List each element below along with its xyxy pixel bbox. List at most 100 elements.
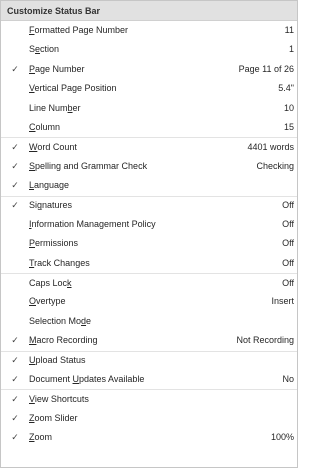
menu-item-label: Zoom Slider	[29, 409, 294, 428]
menu-item-label: Vertical Page Position	[29, 79, 278, 98]
checkmark-icon: ✓	[11, 393, 19, 404]
menu-item-label: Zoom	[29, 428, 271, 447]
menu-item-label: Selection Mode	[29, 312, 294, 331]
status-value: Off	[282, 257, 294, 268]
label-text: pelling and Grammar Check	[35, 160, 148, 171]
status-value: Page 11 of 26	[238, 63, 294, 74]
label-text: er	[72, 102, 81, 113]
menu-item-track-changes[interactable]: Track Changes Off	[1, 254, 297, 273]
access-key: O	[29, 296, 37, 307]
status-value: No	[282, 374, 294, 385]
label-text: ormatted Page Number	[34, 25, 129, 35]
menu-item-information-management-policy[interactable]: Information Management Policy Off	[1, 215, 297, 234]
menu-item-language[interactable]: ✓ Language	[1, 176, 297, 195]
menu-item-label: Caps Lock	[29, 274, 282, 293]
menu-item-label: Permissions	[29, 234, 282, 253]
menu-item-spelling-and-grammar-check[interactable]: ✓ Spelling and Grammar Check Checking	[1, 157, 297, 176]
menu-item-page-number[interactable]: ✓ Page Number Page 11 of 26	[1, 60, 297, 79]
checkmark-icon: ✓	[11, 432, 19, 443]
status-value: Off	[282, 277, 294, 288]
menu-item-permissions[interactable]: Permissions Off	[1, 234, 297, 253]
menu-item-upload-status[interactable]: ✓ Upload Status	[1, 350, 297, 370]
status-value: 11	[284, 25, 294, 35]
label-text: vertype	[36, 296, 66, 307]
menu-item-selection-mode[interactable]: Selection Mode	[1, 312, 297, 331]
menu-item-label: Section	[29, 40, 289, 59]
menu-item-label: Information Management Policy	[29, 215, 282, 234]
label-text: Selection Mo	[29, 315, 82, 326]
label-text: iew Shortcuts	[34, 393, 89, 404]
label-text: rack Changes	[34, 257, 90, 268]
menu-item-line-number[interactable]: Line Number 10	[1, 99, 297, 118]
label-text: age Number	[35, 63, 85, 74]
menu-item-list: Formatted Page Number 11 Section 1 ✓ Page Num…	[1, 21, 297, 448]
menu-item-label: Track Changes	[29, 254, 282, 273]
menu-item-word-count[interactable]: ✓ Word Count 4401 words	[1, 137, 297, 156]
menu-item-label: Formatted Page Number	[29, 21, 285, 40]
menu-item-label: Word Count	[29, 138, 247, 157]
menu-item-view-shortcuts[interactable]: ✓ View Shortcuts	[1, 389, 297, 408]
status-value: Checking	[256, 160, 294, 171]
checkmark-icon: ✓	[11, 335, 19, 346]
menu-item-zoom-slider[interactable]: ✓ Zoom Slider	[1, 409, 297, 428]
label-text: natures	[42, 200, 73, 211]
label-text: olumn	[35, 121, 61, 132]
customize-status-bar-menu: Customize Status Bar Formatted Page Numb…	[0, 0, 298, 468]
status-value: Insert	[271, 296, 294, 307]
access-key: M	[29, 335, 37, 346]
menu-item-zoom[interactable]: ✓ Zoom 100%	[1, 428, 297, 447]
label-text: Si	[29, 200, 38, 211]
checkmark-icon: ✓	[11, 355, 19, 366]
label-text: Caps Loc	[29, 277, 68, 288]
label-text: ction	[40, 44, 60, 55]
label-text: oom	[34, 432, 53, 443]
menu-item-label: Document Updates Available	[29, 370, 282, 389]
menu-item-label: Line Number	[29, 99, 284, 118]
checkmark-icon: ✓	[11, 412, 19, 423]
label-text: oom Slider	[34, 412, 78, 423]
checkmark-icon: ✓	[11, 160, 19, 171]
menu-item-label: View Shortcuts	[29, 390, 294, 409]
label-text: ertical Page Position	[34, 83, 117, 94]
menu-item-caps-lock[interactable]: Caps Lock Off	[1, 273, 297, 292]
label-text: pdates Available	[79, 374, 145, 385]
menu-item-document-updates-available[interactable]: ✓ Document Updates Available No	[1, 370, 297, 389]
checkmark-icon: ✓	[11, 180, 19, 191]
menu-item-section[interactable]: Section 1	[1, 40, 297, 59]
menu-item-label: Upload Status	[29, 351, 294, 370]
status-value: Off	[282, 238, 294, 249]
label-text: nformation Management Policy	[31, 218, 156, 229]
label-text: Document	[29, 374, 73, 385]
label-text: pload Status	[35, 355, 86, 366]
menu-item-signatures[interactable]: ✓ Signatures Off	[1, 195, 297, 215]
menu-item-formatted-page-number[interactable]: Formatted Page Number 11	[1, 21, 297, 40]
status-value: 10	[283, 102, 294, 113]
menu-item-label: Language	[29, 176, 294, 195]
menu-item-label: Macro Recording	[29, 331, 236, 350]
menu-item-macro-recording[interactable]: ✓ Macro Recording Not Recording	[1, 331, 297, 350]
label-text: anguage	[34, 180, 70, 191]
menu-item-label: Overtype	[29, 292, 271, 311]
menu-item-label: Spelling and Grammar Check	[29, 157, 256, 176]
status-value: 15	[283, 121, 294, 132]
menu-item-label: Page Number	[29, 60, 239, 79]
menu-title: Customize Status Bar	[1, 1, 297, 21]
label-text: Line Num	[29, 102, 68, 113]
checkmark-icon: ✓	[11, 200, 19, 211]
menu-item-vertical-page-position[interactable]: Vertical Page Position 5.4"	[1, 79, 297, 98]
status-value: Off	[282, 218, 294, 229]
menu-item-overtype[interactable]: Overtype Insert	[1, 292, 297, 311]
menu-item-label: Signatures	[29, 196, 282, 215]
menu-item-column[interactable]: Column 15	[1, 118, 297, 137]
label-text: ermissions	[35, 238, 79, 249]
checkmark-icon: ✓	[11, 141, 19, 152]
status-value: 5.4"	[278, 83, 294, 94]
checkmark-icon: ✓	[11, 63, 19, 74]
status-value: 4401 words	[247, 141, 294, 152]
label-text: e	[86, 315, 92, 326]
status-value: 1	[288, 44, 294, 55]
status-value: 100%	[270, 432, 294, 443]
label-text: acro Recording	[36, 335, 98, 346]
access-key: k	[67, 277, 72, 288]
status-value: Not Recording	[236, 335, 294, 346]
